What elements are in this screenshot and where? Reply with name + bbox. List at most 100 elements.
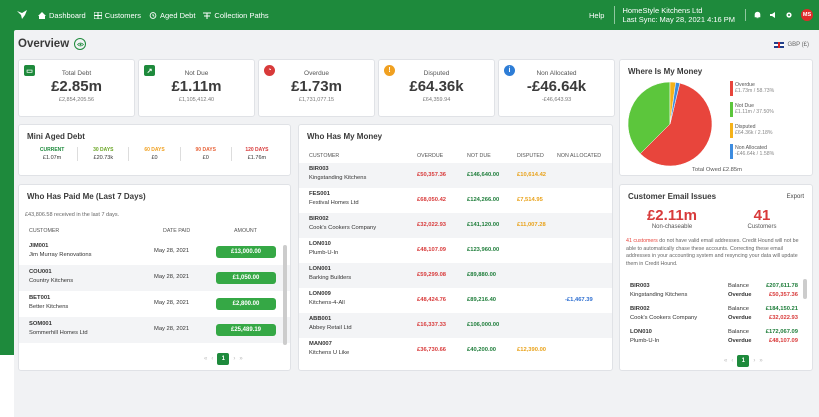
table-row[interactable]: LON001 Barking Builders £59,299.08 £89,880.…	[299, 263, 612, 288]
customer-name: Jim Murray Renovations	[29, 252, 92, 258]
table-row[interactable]: ABB001 Abbey Retail Ltd £16,337.33 £106,000…	[299, 313, 612, 338]
aged-col-label: CURRENT	[39, 147, 65, 153]
aged-col-value: £1.07m	[42, 155, 62, 161]
disputed-amount: £12,390.00	[517, 347, 547, 353]
card-title: Where Is My Money	[628, 67, 703, 76]
customer-name: Barking Builders	[309, 275, 352, 281]
table-row[interactable]: BET001 Better Kitchens May 28, 2021 £2,8…	[19, 291, 290, 317]
customer-name: Kingstanding Kitchens	[630, 292, 688, 298]
uk-flag-icon	[774, 42, 785, 48]
export-link[interactable]: Export	[787, 194, 804, 200]
amount-pill: £25,489.19	[216, 324, 276, 336]
table-row[interactable]: LON009 Kitchens-4-All £48,424.76 £89,216.40…	[299, 288, 612, 313]
amount-pill: £2,800.00	[216, 298, 276, 310]
aged-col-value: £20.73k	[93, 155, 114, 161]
page-button[interactable]: 1	[737, 355, 750, 367]
table-row[interactable]: BIR002 Cook's Cookers Company £32,022.93 £1…	[299, 213, 612, 238]
table-row[interactable]: COU001 Country Kitchens May 28, 2021 £1,…	[19, 265, 290, 291]
table-row[interactable]: SOM001 Sommerhill Homes Ltd May 28, 2021…	[19, 317, 290, 343]
non-chaseable-amount: £2.11m	[646, 207, 698, 224]
not-due-amount: £106,000.00	[467, 322, 500, 328]
balance-amount: £172,067.09	[765, 329, 798, 335]
currency-selector[interactable]: GBP (£)	[774, 42, 809, 48]
stat-card-disputed[interactable]: ! Disputed £64.36k £64,359.94	[378, 59, 495, 117]
first-page-icon[interactable]: «	[724, 358, 727, 364]
help-link[interactable]: Help	[589, 11, 604, 20]
aged-col-120[interactable]: 120 DAYS £1.76m	[232, 147, 282, 161]
customer-name: Kitchens-4-All	[309, 300, 345, 306]
gear-icon[interactable]	[785, 11, 793, 19]
customer-code: BET001	[29, 295, 51, 301]
nav-customers[interactable]: Customers	[93, 11, 141, 20]
overdue-amount: £36,730.66	[417, 347, 447, 353]
next-page-icon[interactable]: ›	[753, 358, 755, 364]
scrollbar[interactable]	[803, 279, 807, 299]
prev-page-icon[interactable]: ‹	[731, 358, 733, 364]
page-button[interactable]: 1	[217, 353, 230, 365]
legend-swatch-overdue	[730, 81, 733, 96]
balance-label: Balance	[728, 329, 749, 335]
prev-page-icon[interactable]: ‹	[211, 356, 213, 362]
table-icon	[93, 12, 102, 19]
aged-debt-columns: CURRENT £1.07m 30 DAYS £20.73k 60 DAYS £…	[27, 147, 282, 161]
list-item[interactable]: BIR002 Cook's Cookers Company Balance Overd…	[620, 304, 812, 327]
not-due-amount: £89,216.40	[467, 297, 497, 303]
last-page-icon[interactable]: »	[759, 358, 762, 364]
eye-icon[interactable]	[74, 38, 87, 50]
table-row[interactable]: MAN007 Kitchens U Like £36,730.66 £40,200.0…	[299, 338, 612, 363]
customers-link[interactable]: 41 customers	[626, 238, 658, 244]
col-customer: CUSTOMER	[29, 228, 60, 234]
aged-col-30[interactable]: 30 DAYS £20.73k	[78, 147, 130, 161]
customer-code: BIR002	[630, 306, 650, 312]
nav-label: Dashboard	[49, 11, 86, 20]
customer-name: Cook's Cookers Company	[630, 315, 698, 321]
customer-code: COU001	[29, 269, 52, 275]
avatar[interactable]: MS	[801, 9, 813, 21]
non-allocated-amount: -£1,467.39	[565, 297, 593, 303]
stat-card-non-allocated[interactable]: i Non Allocated -£46.64k -£46,643.93	[498, 59, 615, 117]
main-nav: Dashboard Customers Aged Debt Collection…	[38, 11, 269, 20]
stat-card-not-due[interactable]: ↗ Not Due £1.11m £1,105,412.40	[138, 59, 255, 117]
disputed-amount: £11,007.28	[517, 222, 546, 228]
overdue-amount: £48,424.76	[417, 297, 447, 303]
aged-col-current[interactable]: CURRENT £1.07m	[27, 147, 79, 161]
stat-card-total-debt[interactable]: ▭ Total Debt £2.85m £2,854,205.56	[18, 59, 135, 117]
list-item[interactable]: BIR003 Kingstanding Kitchens Balance Overdu…	[620, 281, 812, 304]
email-issues-message: 41 customers do not have valid email add…	[626, 238, 804, 268]
nav-dashboard[interactable]: Dashboard	[38, 11, 86, 20]
scrollbar[interactable]	[283, 245, 287, 345]
table-row[interactable]: JIM001 Jim Murray Renovations May 28, 20…	[19, 239, 290, 265]
stat-value: -£46.64k	[526, 78, 587, 95]
customer-code: ABB001	[309, 316, 332, 322]
aged-col-90[interactable]: 90 DAYS £0	[181, 147, 232, 161]
col-amount: AMOUNT	[234, 228, 257, 234]
customer-code: LON001	[309, 266, 331, 272]
stat-card-overdue[interactable]: ◔ Overdue £1.73m £1,731,077.15	[258, 59, 375, 117]
overdue-label: Overdue	[728, 338, 752, 344]
next-page-icon[interactable]: ›	[233, 356, 235, 362]
last-page-icon[interactable]: »	[239, 356, 242, 362]
bell-icon[interactable]	[754, 11, 761, 19]
first-page-icon[interactable]: «	[204, 356, 207, 362]
aged-col-60[interactable]: 60 DAYS £0	[129, 147, 181, 161]
not-due-amount: £141,120.00	[467, 222, 500, 228]
table-row[interactable]: FES001 Festival Homes Ltd £68,050.42 £124,2…	[299, 188, 612, 213]
page-title: Overview	[18, 38, 70, 50]
list-item[interactable]: LON010 Plumb-U-In Balance Overdue £172,067.0…	[620, 327, 812, 350]
table-row[interactable]: LON010 Plumb-U-In £48,107.09 £123,960.00	[299, 238, 612, 263]
card-title: Customer Email Issues	[628, 192, 717, 201]
customer-email-issues-card: Customer Email Issues Export £2.11m Non-…	[619, 184, 813, 371]
customers-count: 41	[753, 207, 771, 224]
megaphone-icon[interactable]	[769, 11, 777, 19]
mini-aged-debt-card: Mini Aged Debt CURRENT £1.07m 30 DAYS £2…	[18, 124, 291, 176]
table-row[interactable]: BIR003 Kingstanding Kitchens £50,357.36 £14…	[299, 163, 612, 188]
stat-sub: -£46,643.93	[541, 97, 572, 103]
legend-value: £1.73m / 58.73%	[735, 88, 775, 94]
legend-value: £1.11m / 37.50%	[735, 109, 774, 115]
page-title-row: Overview	[18, 38, 87, 50]
nav-collection-paths[interactable]: Collection Paths	[203, 11, 269, 20]
overdue-amount: £32,022.93	[417, 222, 447, 228]
company-switcher[interactable]: HomeStyle Kitchens Ltd Last Sync: May 28…	[614, 6, 735, 24]
stat-sub: £2,854,205.56	[58, 97, 95, 103]
nav-aged-debt[interactable]: Aged Debt	[149, 11, 195, 20]
